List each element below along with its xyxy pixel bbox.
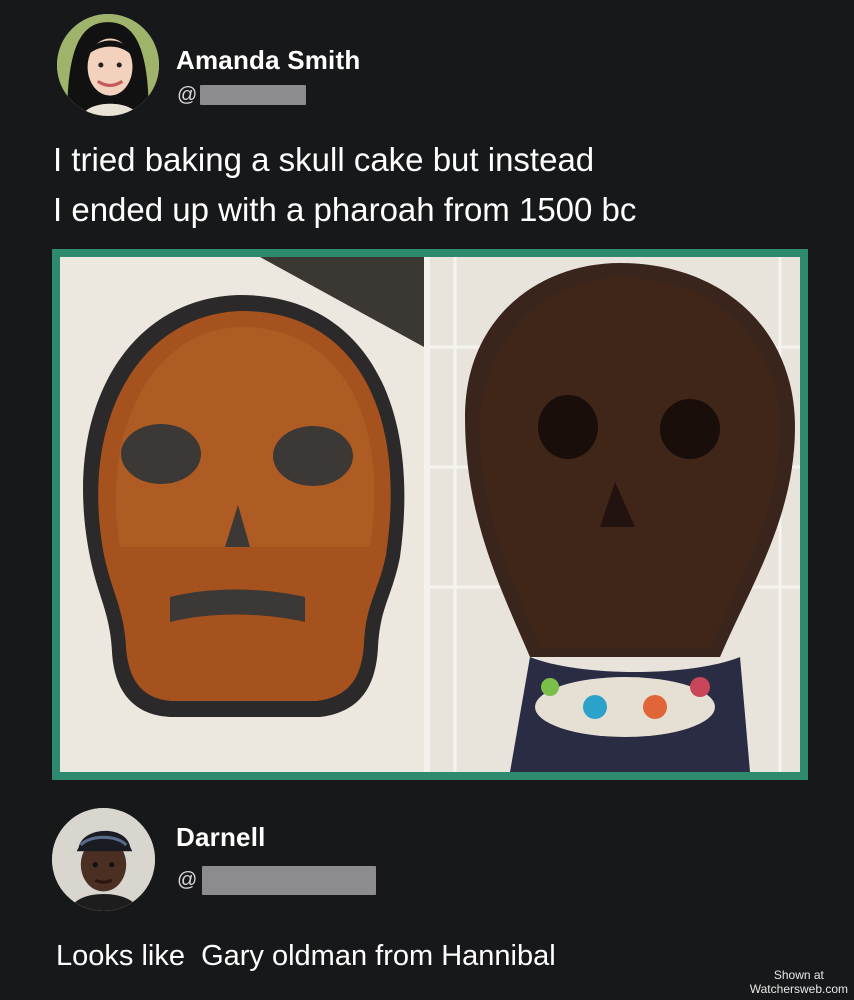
author-name[interactable]: Amanda Smith	[176, 45, 360, 76]
tweet-text-line-2: I ended up with a pharoah from 1500 bc	[53, 191, 637, 228]
tweet-text-line-1: I tried baking a skull cake but instead	[53, 141, 595, 178]
watermark-line-2: Watchersweb.com	[749, 982, 848, 996]
watermark-line-1: Shown at	[773, 968, 824, 982]
reply-text: Looks like Gary oldman from Hannibal	[56, 940, 556, 972]
avatar-amanda[interactable]	[57, 14, 159, 116]
handle-redaction	[200, 85, 306, 105]
person-avatar-icon	[57, 14, 159, 116]
avatar-darnell[interactable]	[52, 808, 155, 911]
baked-skull-cake-image	[430, 257, 800, 772]
skull-pan-batter-image	[60, 257, 424, 772]
handle-redaction	[202, 866, 376, 895]
person-avatar-icon	[52, 808, 155, 911]
author-handle[interactable]: @	[177, 84, 197, 107]
reply-author-handle[interactable]: @	[177, 869, 197, 892]
watermark: Shown at Watchersweb.com	[750, 968, 848, 996]
reply-author-name[interactable]: Darnell	[176, 822, 266, 853]
tweet-image[interactable]	[52, 249, 808, 780]
